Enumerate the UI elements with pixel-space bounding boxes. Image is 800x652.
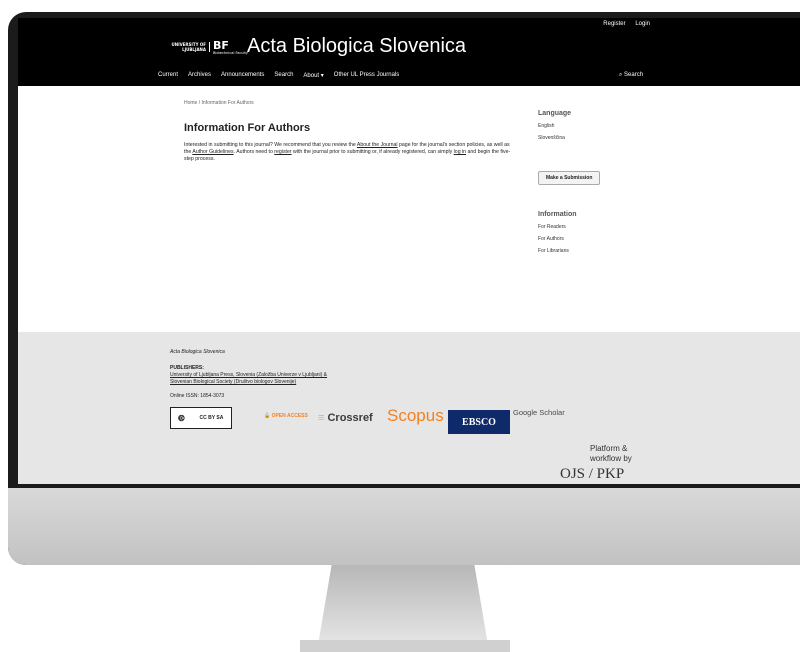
nav-archives[interactable]: Archives: [188, 72, 211, 79]
platform-line-2: workflow by: [590, 454, 632, 463]
sidebar: Language English Slovenščina Make a Subm…: [538, 110, 658, 260]
logo-bf-letters: BF: [213, 38, 229, 52]
open-access-logo[interactable]: 🔓 OPEN ACCESS: [264, 413, 308, 419]
ebsco-logo[interactable]: EBSCO: [448, 410, 510, 434]
publisher-biological-society-link[interactable]: Slovenian Biological Society (Društvo bi…: [170, 379, 327, 386]
scopus-logo[interactable]: Scopus: [387, 406, 444, 426]
monitor-base: [300, 640, 510, 652]
monitor-stand: [318, 565, 488, 645]
author-guidelines-link[interactable]: Author Guidelines: [192, 149, 233, 155]
cc-license-badge[interactable]: 🅭 CC BY SA: [170, 407, 232, 429]
site-title[interactable]: Acta Biologica Slovenica: [247, 35, 466, 58]
information-heading: Information: [538, 211, 577, 218]
cc-icon: 🅭: [178, 412, 185, 423]
about-journal-link[interactable]: About the Journal: [357, 142, 398, 148]
intro-text: Interested in submitting to this journal…: [184, 142, 357, 148]
site-header: Register Login UNIVERSITY OF LJUBLJANA B…: [18, 18, 800, 86]
intro-paragraph: Interested in submitting to this journal…: [184, 142, 514, 163]
logo-faculty: Biotechnical Faculty: [213, 50, 248, 55]
language-heading: Language: [538, 110, 572, 117]
information-block: Information For Readers For Authors For …: [538, 211, 658, 254]
publisher-ul-press-link[interactable]: University of Ljubljana Press, Slovenia …: [170, 372, 327, 379]
ojs-pkp-logo[interactable]: OJS / PKP: [560, 466, 624, 483]
for-readers-link[interactable]: For Readers: [538, 224, 658, 230]
logo-university: UNIVERSITY OF LJUBLJANA: [170, 42, 210, 52]
site-footer: Acta Biologica Slovenica PUBLISHERS: Uni…: [18, 332, 800, 484]
register-inline-link[interactable]: register: [274, 149, 291, 155]
make-submission-button[interactable]: Make a Submission: [538, 171, 601, 185]
google-scholar-logo[interactable]: Google Scholar: [513, 408, 565, 417]
publishers-links: University of Ljubljana Press, Slovenia …: [170, 372, 327, 386]
nav-about[interactable]: About ▾: [303, 72, 323, 79]
intro-text: . Authors need to: [233, 149, 275, 155]
issn: Online ISSN: 1854-3073: [170, 393, 225, 399]
primary-nav: Current Archives Announcements Search Ab…: [158, 72, 399, 79]
register-link[interactable]: Register: [603, 21, 625, 27]
language-slovenian[interactable]: Slovenščina: [538, 135, 658, 141]
search-label: Search: [624, 72, 644, 78]
nav-current[interactable]: Current: [158, 72, 178, 79]
browser-screen: Register Login UNIVERSITY OF LJUBLJANA B…: [18, 18, 800, 484]
login-inline-link[interactable]: log in: [454, 149, 466, 155]
language-english[interactable]: English: [538, 123, 658, 129]
for-librarians-link[interactable]: For Librarians: [538, 248, 658, 254]
platform-line-1: Platform &: [590, 444, 628, 453]
breadcrumb[interactable]: Home / Information For Authors: [184, 100, 254, 106]
publishers-heading: PUBLISHERS:: [170, 365, 204, 371]
footer-journal-name: Acta Biologica Slovenica: [170, 349, 225, 355]
crossref-logo[interactable]: ≡ Crossref: [318, 412, 373, 424]
crossref-label: Crossref: [327, 412, 373, 424]
intro-text: with the journal prior to submitting or,…: [291, 149, 454, 155]
open-access-label: OPEN ACCESS: [271, 413, 308, 419]
login-link[interactable]: Login: [635, 21, 650, 27]
page-title: Information For Authors: [184, 122, 311, 134]
nav-other-journals[interactable]: Other UL Press Journals: [334, 72, 399, 79]
monitor-chin: [8, 488, 800, 565]
cc-by-sa-label: CC BY SA: [199, 415, 224, 421]
site-logo[interactable]: UNIVERSITY OF LJUBLJANA BF Biotechnical …: [170, 32, 248, 62]
open-access-icon: 🔓: [264, 413, 271, 419]
user-nav: Register Login: [595, 21, 650, 27]
crossref-icon: ≡: [318, 412, 325, 424]
search-link[interactable]: ⌕ Search: [619, 72, 643, 79]
nav-search[interactable]: Search: [274, 72, 293, 79]
for-authors-link[interactable]: For Authors: [538, 236, 658, 242]
logo-bf: BF Biotechnical Faculty: [213, 40, 248, 55]
nav-announcements[interactable]: Announcements: [221, 72, 264, 79]
